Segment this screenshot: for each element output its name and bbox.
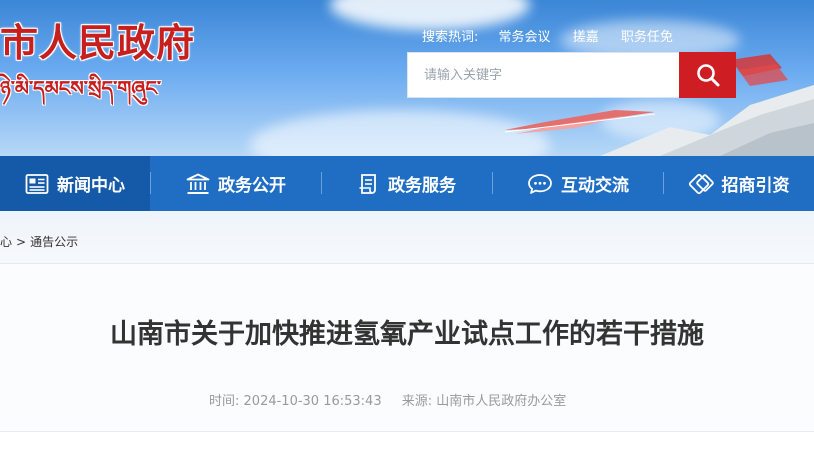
publish-time-label: 时间:: [209, 394, 240, 409]
publish-time-value: 2024-10-30 16:53:43: [243, 394, 382, 409]
nav-item-investment[interactable]: 招商引资: [664, 156, 813, 211]
nav-item-label: 互动交流: [561, 176, 629, 196]
breadcrumb-separator: >: [16, 235, 27, 249]
source-label: 来源:: [401, 394, 433, 409]
site-title: 市人民政府: [0, 20, 196, 65]
hot-search-label: 搜索热词:: [422, 30, 479, 45]
source-value: 山南市人民政府办公室: [436, 394, 567, 409]
chat-bubble-icon: [527, 173, 553, 195]
government-building-icon: [186, 173, 210, 195]
hot-search-link[interactable]: 搓嘉: [573, 30, 599, 45]
search-input[interactable]: [408, 53, 680, 97]
article-title: 山南市关于加快推进氢氧产业试点工作的若干措施: [110, 319, 704, 350]
nav-item-label: 政务服务: [388, 176, 456, 196]
article-meta: 时间: 2024-10-30 16:53:43 来源: 山南市人民政府办公室: [209, 390, 566, 409]
handshake-icon: [688, 173, 714, 195]
breadcrumb: 心 > 通告公示: [0, 233, 78, 250]
hot-search-link[interactable]: 职务任免: [621, 30, 673, 45]
site-title-tibetan: ཉེ་མི་དམངས་སྲིད་གཞུང་: [0, 76, 162, 100]
hot-search-link[interactable]: 常务会议: [499, 30, 551, 45]
news-icon: [25, 173, 49, 195]
nav-item-label: 政务公开: [218, 176, 286, 196]
nav-item-news[interactable]: 新闻中心: [0, 156, 150, 211]
search-box: [407, 52, 681, 98]
breadcrumb-parent-link[interactable]: 心: [0, 235, 12, 249]
search-icon: [696, 64, 719, 87]
service-document-icon: [358, 173, 380, 195]
kite-decoration: [505, 110, 655, 134]
main-nav: 新闻中心 政务公开 政务服务 互动交流 招商引资: [0, 156, 814, 211]
nav-item-services[interactable]: 政务服务: [322, 156, 492, 211]
search-button[interactable]: [679, 52, 736, 98]
article-header: 山南市关于加快推进氢氧产业试点工作的若干措施 时间: 2024-10-30 16…: [0, 264, 814, 432]
flag-decoration: [730, 54, 788, 86]
breadcrumb-bar: 心 > 通告公示: [0, 211, 814, 264]
breadcrumb-current-link[interactable]: 通告公示: [30, 235, 78, 249]
hot-search-bar: 搜索热词: 常务会议 搓嘉 职务任免: [422, 26, 691, 45]
nav-item-label: 招商引资: [721, 176, 790, 196]
nav-item-government[interactable]: 政务公开: [151, 156, 321, 211]
nav-item-label: 新闻中心: [57, 176, 125, 196]
nav-item-interaction[interactable]: 互动交流: [493, 156, 663, 211]
